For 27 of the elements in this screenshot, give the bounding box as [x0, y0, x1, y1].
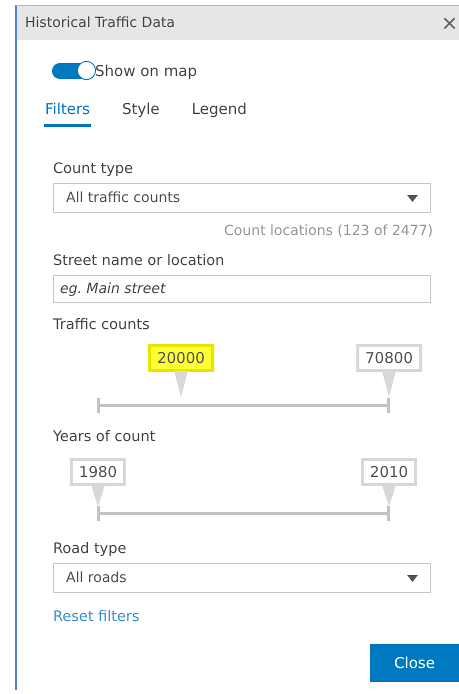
- count-locations-note: Count locations (123 of 2477): [224, 223, 433, 239]
- tab[interactable]: Style: [120, 100, 161, 127]
- window-title: Historical Traffic Data: [25, 15, 175, 31]
- count-type-dropdown[interactable]: All traffic counts: [53, 183, 431, 213]
- close-button[interactable]: Close: [370, 644, 459, 682]
- close-button[interactable]: ×: [440, 10, 459, 36]
- thumb-value: 70800: [356, 344, 422, 372]
- slider-thumb[interactable]: [382, 485, 396, 507]
- field-label: Years of count: [53, 429, 156, 445]
- tab[interactable]: Filters: [44, 100, 91, 127]
- caret-icon: [407, 574, 418, 582]
- thumb-value: 1980: [70, 458, 126, 486]
- caret-icon: [407, 194, 418, 202]
- field-label: Traffic counts: [53, 317, 151, 333]
- thumb-value: 2010: [360, 458, 418, 486]
- toggle-label: Show on map: [95, 62, 198, 80]
- thumb-value: 20000: [148, 344, 214, 372]
- street-input-field[interactable]: eg. Main street: [53, 275, 431, 303]
- field-label: Street name or location: [53, 253, 226, 269]
- tab[interactable]: Legend: [190, 100, 248, 127]
- slider-thumb[interactable]: [382, 371, 396, 397]
- road-type-dropdown[interactable]: All roads: [53, 563, 431, 593]
- field-label: Count type: [53, 161, 134, 177]
- toggle-switch[interactable]: [52, 63, 94, 79]
- slider-thumb[interactable]: [91, 485, 105, 507]
- field-label: Road type: [53, 541, 128, 557]
- slider-thumb[interactable]: [174, 371, 188, 397]
